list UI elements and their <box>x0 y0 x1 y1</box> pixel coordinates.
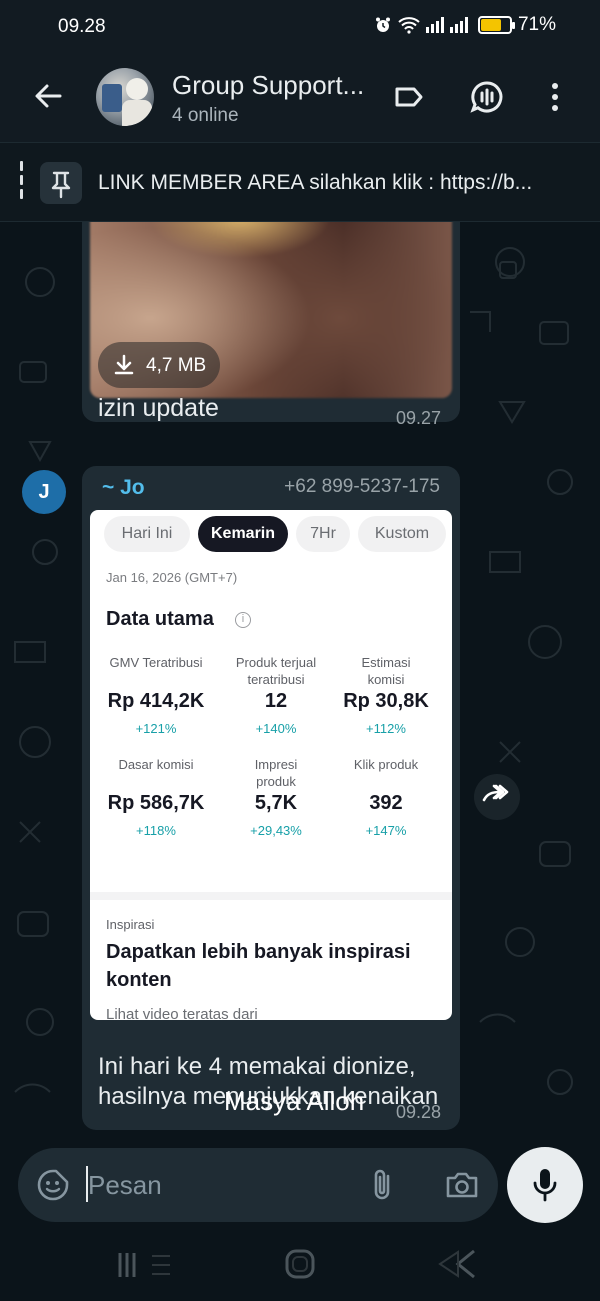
info-icon: i <box>235 612 251 628</box>
pin-icon <box>40 162 82 204</box>
forward-button[interactable] <box>474 774 520 820</box>
battery-percent: 71% <box>517 14 556 35</box>
recent-apps-icon[interactable] <box>118 1248 174 1282</box>
report-date: Jan 16, 2026 (GMT+7) <box>106 570 238 585</box>
download-button[interactable]: 4,7 MB <box>98 342 220 388</box>
label-icon[interactable] <box>392 80 426 114</box>
tab-kustom: Kustom <box>358 516 446 552</box>
metric-estimasi-komisi: Estimasi komisi Rp 30,8K +112% <box>343 655 429 736</box>
message-bubble[interactable]: ~ Jo +62 899-5237-175 Hari Ini Kemarin 7… <box>82 466 460 1130</box>
pinned-indicator <box>20 161 23 201</box>
voice-chat-icon[interactable] <box>470 80 504 114</box>
tab-7hr: 7Hr <box>296 516 350 552</box>
status-icons: 71% <box>374 14 556 36</box>
back-arrow-icon[interactable] <box>30 78 66 114</box>
pinned-message-bar[interactable]: LINK MEMBER AREA silahkan klik : https:/… <box>0 142 600 222</box>
inspiration-subtitle: Lihat video teratas dari <box>106 1006 258 1020</box>
system-nav-bar <box>0 1232 600 1301</box>
home-icon[interactable] <box>282 1246 318 1282</box>
metric-impresi-produk: Impresi produk 5,7K +29,43% <box>250 757 302 838</box>
sender-name[interactable]: ~ Jo <box>102 476 145 500</box>
metric-produk-terjual: Produk terjual teratribusi 12 +140% <box>235 655 317 736</box>
message-input[interactable]: Pesan <box>88 1170 162 1201</box>
tab-hari-ini: Hari Ini <box>104 516 190 552</box>
overlay-text: Masya Alloh <box>224 1086 365 1116</box>
pinned-text: LINK MEMBER AREA silahkan klik : https:/… <box>98 171 533 194</box>
chat-title[interactable]: Group Support... <box>172 70 364 101</box>
message-image-screenshot[interactable]: Hari Ini Kemarin 7Hr Kustom Jan 16, 2026… <box>90 510 452 1020</box>
section-title: Data utama <box>106 608 214 630</box>
mic-icon <box>533 1169 557 1202</box>
sender-avatar[interactable]: J <box>22 470 66 514</box>
chat-area[interactable]: izin update 09.27 4,7 MB J ~ Jo +62 899-… <box>0 222 600 1140</box>
inspiration-title: Dapatkan lebih banyak inspirasi konten <box>106 941 411 991</box>
camera-icon[interactable] <box>444 1168 480 1202</box>
more-options-icon[interactable] <box>538 80 572 114</box>
status-time: 09.28 <box>58 16 106 37</box>
chat-subtitle: 4 online <box>172 105 239 126</box>
group-avatar[interactable] <box>96 68 154 126</box>
download-icon <box>114 354 134 375</box>
mic-button[interactable] <box>507 1147 583 1223</box>
message-caption: izin update <box>98 394 219 422</box>
forward-icon <box>482 784 509 802</box>
metric-gmv: GMV Teratribusi Rp 414,2K +121% <box>107 655 205 736</box>
message-time: 09.27 <box>396 408 442 428</box>
message-input-bar[interactable]: Pesan <box>18 1148 498 1222</box>
wifi-icon <box>398 17 420 34</box>
signal-icon-2 <box>449 17 468 33</box>
section-divider <box>90 892 452 900</box>
back-nav-icon[interactable] <box>434 1248 478 1280</box>
message-bubble[interactable]: izin update 09.27 <box>82 222 460 428</box>
metric-klik-produk: Klik produk 392 +147% <box>353 757 419 838</box>
metric-dasar-komisi: Dasar komisi Rp 586,7K +118% <box>107 757 205 838</box>
battery-icon <box>477 16 515 34</box>
message-time: 09.28 <box>396 1102 442 1122</box>
status-bar: 09.28 71% <box>0 0 600 52</box>
chat-header: Group Support... 4 online <box>0 52 600 142</box>
sender-phone: +62 899-5237-175 <box>284 476 440 497</box>
signal-icon-1 <box>425 17 444 33</box>
inspiration-label: Inspirasi <box>106 917 155 932</box>
alarm-icon <box>375 17 390 32</box>
sticker-icon[interactable] <box>36 1168 70 1202</box>
attach-icon[interactable] <box>368 1167 398 1203</box>
file-size: 4,7 MB <box>146 355 207 376</box>
tab-kemarin: Kemarin <box>198 516 288 552</box>
